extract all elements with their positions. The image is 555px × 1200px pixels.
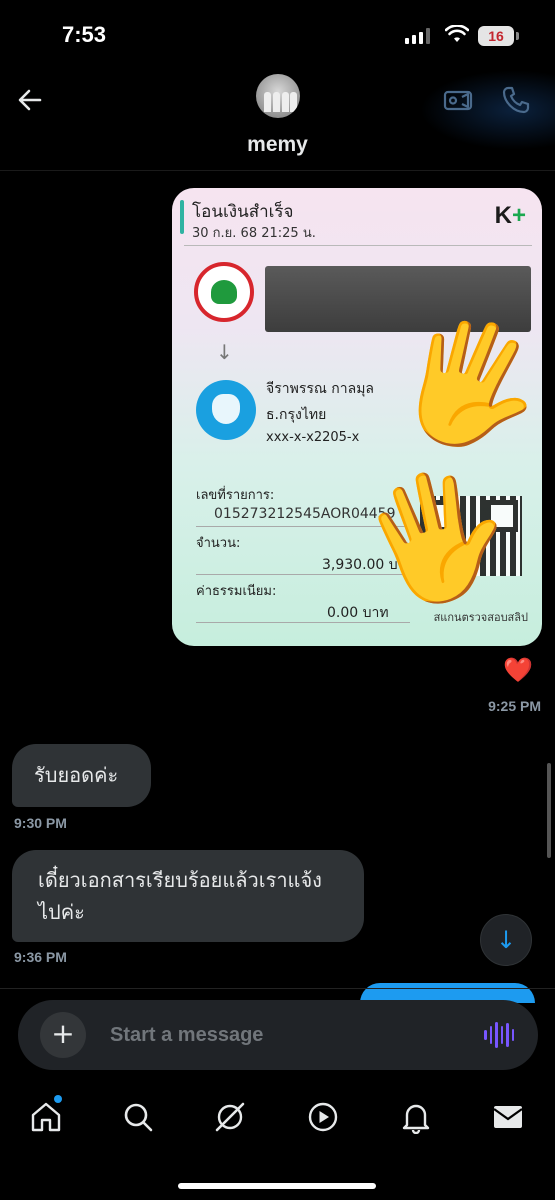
scroll-to-bottom-button[interactable]: ↓ <box>480 914 532 966</box>
avatar[interactable] <box>256 74 300 118</box>
back-button[interactable] <box>14 84 46 116</box>
scrollbar[interactable] <box>547 763 551 858</box>
recipient-bank: ธ.กรุงไทย <box>266 407 327 423</box>
received-message[interactable]: รับยอดค่ะ <box>12 744 151 807</box>
battery-nub <box>516 32 519 40</box>
slip-accent-bar <box>180 200 184 234</box>
recipient-account: xxx-x-x2205-x <box>266 430 360 445</box>
nav-home-button[interactable] <box>29 1100 63 1134</box>
header-divider <box>0 170 555 171</box>
phone-icon <box>502 86 530 114</box>
slip-divider <box>184 245 532 246</box>
nav-search-button[interactable] <box>121 1100 155 1134</box>
heart-reaction[interactable]: ❤️ <box>503 656 533 684</box>
home-indicator <box>178 1183 376 1189</box>
received-message[interactable]: เดี๋ยวเอกสารเรียบร้อยแล้วเราแจ้งไปค่ะ <box>12 850 364 942</box>
recipient-bank-logo <box>196 380 256 440</box>
play-icon <box>308 1102 338 1132</box>
slip-date: 30 ก.ย. 68 21:25 น. <box>192 226 316 241</box>
kplus-logo-letter: K <box>494 202 512 229</box>
contact-name[interactable]: memy <box>0 133 555 157</box>
cellular-signal-icon <box>405 28 430 44</box>
add-media-button[interactable]: + <box>40 1012 86 1058</box>
status-time: 7:53 <box>62 22 107 47</box>
notification-dot <box>54 1095 62 1103</box>
nav-messages-button[interactable] <box>491 1100 525 1134</box>
message-composer: + <box>18 1000 538 1070</box>
kplus-logo-plus: + <box>511 202 526 229</box>
voice-wave-icon[interactable] <box>484 1020 514 1050</box>
grok-icon <box>215 1102 245 1132</box>
video-icon <box>443 90 473 111</box>
reference-label: เลขที่รายการ: <box>196 488 275 503</box>
slip-line <box>196 622 410 623</box>
raised-hand-emoji: 🖐 <box>346 451 527 624</box>
message-timestamp: 9:36 PM <box>14 949 67 965</box>
wifi-icon <box>445 25 469 42</box>
message-input[interactable] <box>110 1020 450 1050</box>
arrow-down-icon: ↓ <box>216 340 233 364</box>
bottom-navigation <box>0 1080 555 1200</box>
fee-label: ค่าธรรมเนียม: <box>196 584 277 599</box>
arrow-left-icon <box>18 89 42 111</box>
phone-call-button[interactable] <box>500 84 532 116</box>
battery-indicator: 16 <box>478 26 514 46</box>
home-icon <box>31 1102 61 1132</box>
nav-grok-button[interactable] <box>213 1100 247 1134</box>
nav-notifications-button[interactable] <box>399 1100 433 1134</box>
sender-bank-logo <box>194 262 254 322</box>
kplus-logo: K+ <box>495 202 526 230</box>
recipient-name: จีราพรรณ กาลมุล <box>266 381 375 397</box>
conversation-header: memy <box>0 70 555 170</box>
slip-footer: สแกนตรวจสอบสลิป <box>433 611 528 624</box>
slip-title: โอนเงินสำเร็จ <box>192 202 294 222</box>
amount-label: จำนวน: <box>196 536 241 551</box>
message-timestamp: 9:30 PM <box>14 815 67 831</box>
mail-icon <box>493 1106 523 1128</box>
composer-divider <box>0 988 555 989</box>
nav-video-button[interactable] <box>306 1100 340 1134</box>
bell-icon <box>402 1104 430 1134</box>
video-call-button[interactable] <box>442 84 474 116</box>
message-timestamp: 9:25 PM <box>488 698 541 714</box>
status-bar: 7:53 16 <box>0 0 555 70</box>
search-icon <box>124 1103 153 1132</box>
